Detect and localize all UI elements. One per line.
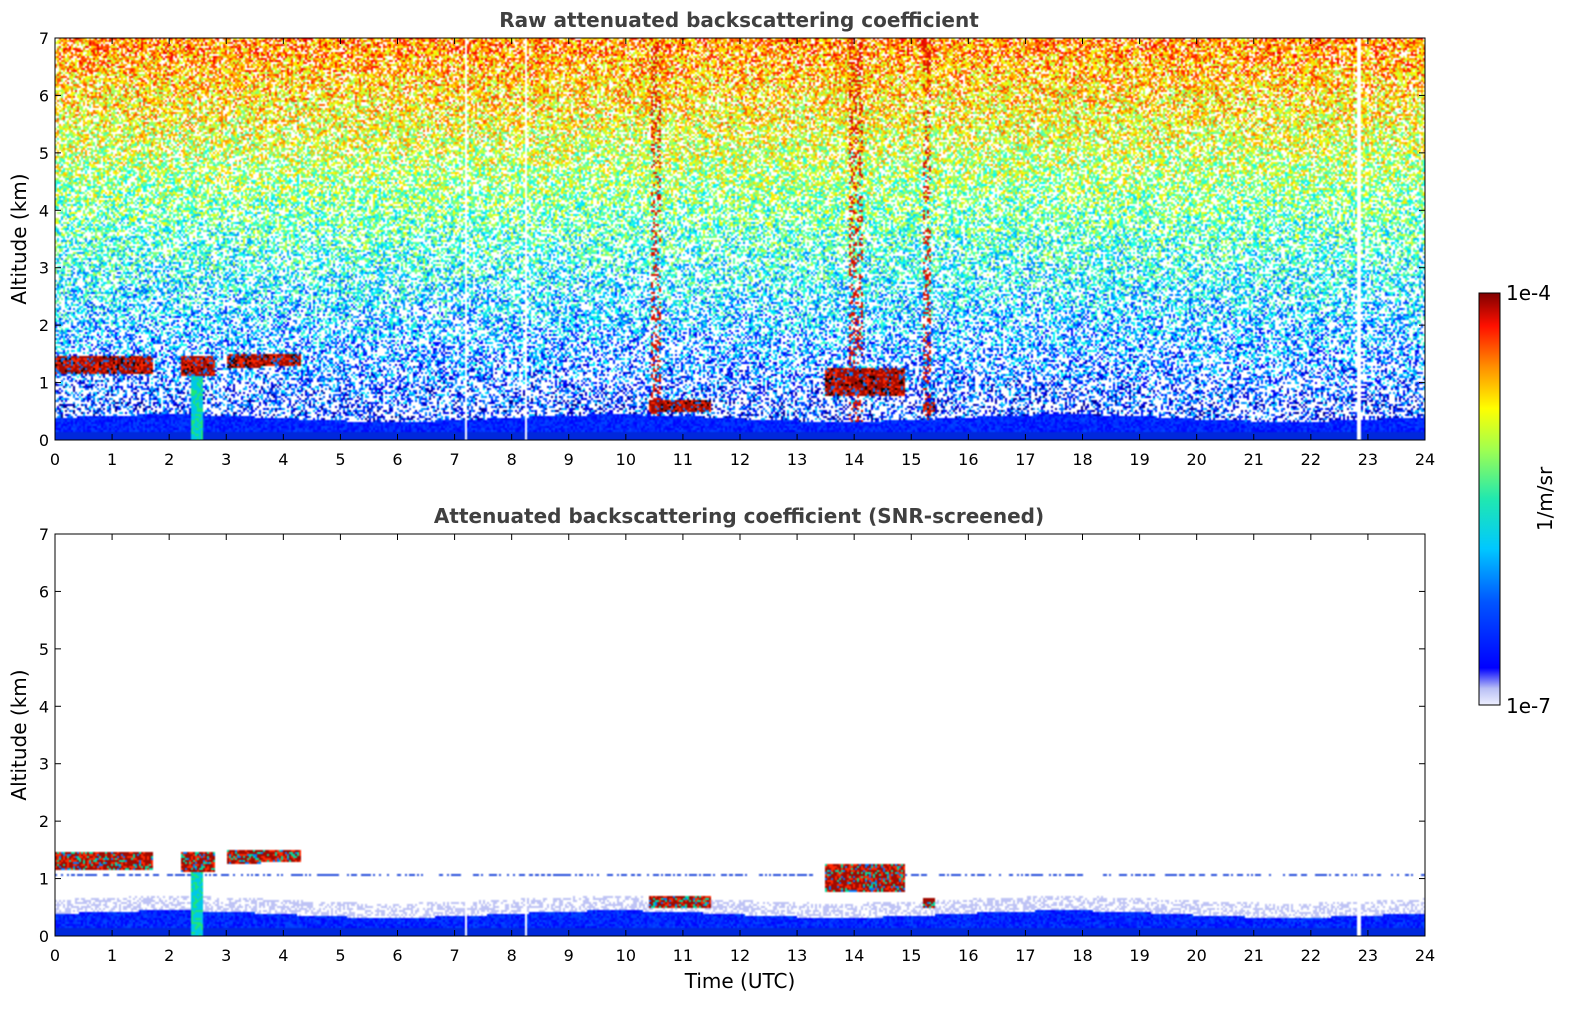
- x-tick-label: 4: [278, 450, 288, 469]
- x-tick-label: 14: [844, 450, 864, 469]
- y-tick-label: 7: [39, 525, 49, 544]
- y-tick-label: 0: [39, 927, 49, 946]
- x-tick-label: 1: [107, 946, 117, 965]
- x-tick-label: 24: [1415, 946, 1435, 965]
- x-tick-label: 0: [50, 450, 60, 469]
- x-tick-label: 18: [1072, 946, 1092, 965]
- x-tick-label: 4: [278, 946, 288, 965]
- y-tick-label: 3: [39, 259, 49, 278]
- x-tick-label: 2: [164, 450, 174, 469]
- x-tick-label: 5: [335, 450, 345, 469]
- x-tick-label: 13: [787, 946, 807, 965]
- x-tick-label: 11: [673, 450, 693, 469]
- x-tick-label: 10: [616, 450, 636, 469]
- raw-backscatter-heatmap: [55, 38, 1425, 440]
- x-tick-label: 23: [1358, 946, 1378, 965]
- x-tick-label: 18: [1072, 450, 1092, 469]
- y-tick-label: 1: [39, 374, 49, 393]
- x-tick-label: 2: [164, 946, 174, 965]
- colorbar-max-label: 1e-4: [1506, 281, 1551, 305]
- x-tick-label: 22: [1301, 946, 1321, 965]
- panel-1-title: Raw attenuated backscattering coefficien…: [499, 8, 979, 32]
- y-tick-label: 4: [39, 697, 49, 716]
- x-tick-label: 6: [392, 450, 402, 469]
- x-tick-label: 24: [1415, 450, 1435, 469]
- colorbar: 1e-4 1e-7 1/m/sr: [1478, 281, 1557, 718]
- y-tick-label: 6: [39, 86, 49, 105]
- x-tick-label: 6: [392, 946, 402, 965]
- y-tick-label: 3: [39, 755, 49, 774]
- x-tick-label: 3: [221, 946, 231, 965]
- x-tick-label: 8: [507, 450, 517, 469]
- x-tick-label: 5: [335, 946, 345, 965]
- y-tick-label: 5: [39, 640, 49, 659]
- panel-1-ylabel: Altitude (km): [7, 173, 31, 304]
- y-tick-label: 6: [39, 582, 49, 601]
- x-tick-label: 9: [564, 450, 574, 469]
- raw-backscatter-panel: Raw attenuated backscattering coefficien…: [7, 8, 1435, 469]
- figure: Raw attenuated backscattering coefficien…: [7, 8, 1557, 993]
- x-tick-label: 1: [107, 450, 117, 469]
- x-tick-label: 7: [449, 450, 459, 469]
- x-tick-label: 21: [1244, 946, 1264, 965]
- x-tick-label: 15: [901, 450, 921, 469]
- snr-screened-heatmap: [55, 534, 1425, 936]
- colorbar-gradient: [1478, 292, 1501, 706]
- y-tick-label: 4: [39, 201, 49, 220]
- x-tick-label: 9: [564, 946, 574, 965]
- x-tick-label: 13: [787, 450, 807, 469]
- x-tick-label: 0: [50, 946, 60, 965]
- snr-screened-panel: Attenuated backscattering coefficient (S…: [7, 504, 1435, 993]
- y-tick-label: 7: [39, 29, 49, 48]
- x-tick-label: 17: [1015, 450, 1035, 469]
- x-tick-label: 7: [449, 946, 459, 965]
- x-tick-label: 14: [844, 946, 864, 965]
- x-tick-label: 11: [673, 946, 693, 965]
- colorbar-unit-label: 1/m/sr: [1533, 466, 1557, 531]
- panel-2-title: Attenuated backscattering coefficient (S…: [434, 504, 1044, 528]
- x-tick-label: 17: [1015, 946, 1035, 965]
- colorbar-min-label: 1e-7: [1506, 694, 1551, 718]
- x-tick-label: 16: [958, 450, 978, 469]
- y-tick-label: 2: [39, 812, 49, 831]
- y-tick-label: 5: [39, 144, 49, 163]
- panel-2-ylabel: Altitude (km): [7, 669, 31, 800]
- x-tick-label: 19: [1129, 450, 1149, 469]
- x-tick-label: 19: [1129, 946, 1149, 965]
- y-tick-label: 2: [39, 316, 49, 335]
- x-tick-label: 10: [616, 946, 636, 965]
- x-tick-label: 8: [507, 946, 517, 965]
- x-tick-label: 16: [958, 946, 978, 965]
- x-tick-label: 15: [901, 946, 921, 965]
- x-tick-label: 21: [1244, 450, 1264, 469]
- x-tick-label: 3: [221, 450, 231, 469]
- y-tick-label: 1: [39, 870, 49, 889]
- x-tick-label: 12: [730, 946, 750, 965]
- x-tick-label: 20: [1186, 946, 1206, 965]
- x-tick-label: 20: [1186, 450, 1206, 469]
- x-axis-label: Time (UTC): [684, 969, 796, 993]
- x-tick-label: 23: [1358, 450, 1378, 469]
- x-tick-label: 22: [1301, 450, 1321, 469]
- y-tick-label: 0: [39, 431, 49, 450]
- x-tick-label: 12: [730, 450, 750, 469]
